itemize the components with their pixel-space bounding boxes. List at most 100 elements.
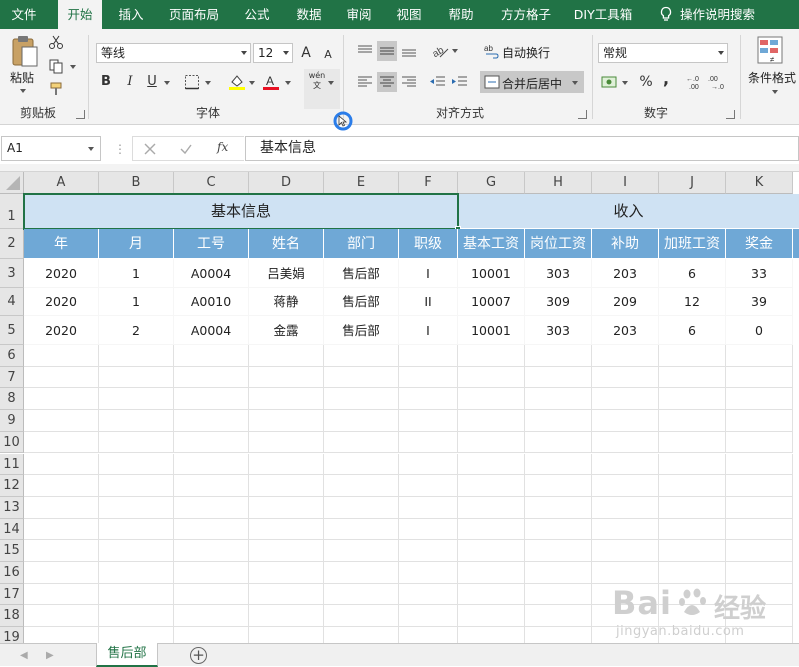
grid-cell[interactable] [249, 366, 324, 389]
tab-fangfang[interactable]: 方方格子 [494, 0, 558, 29]
grid-cell[interactable] [324, 431, 399, 454]
conditional-formatting-icon[interactable]: ≠ [756, 35, 784, 67]
grid-cell[interactable] [458, 453, 525, 476]
table-row-cell[interactable]: 蒋静 [249, 288, 324, 316]
table-row-cell[interactable]: 金露 [249, 316, 324, 345]
grid-cell[interactable] [525, 453, 592, 476]
grid-cell[interactable] [99, 410, 174, 432]
grid-cell[interactable] [525, 496, 592, 519]
grid-cell[interactable] [249, 496, 324, 519]
table-row-cell[interactable]: 209 [592, 288, 659, 316]
column-header[interactable]: B [99, 172, 174, 194]
grid-cell[interactable] [324, 562, 399, 584]
grid-cell[interactable] [174, 345, 249, 367]
row-header[interactable]: 16 [0, 562, 24, 584]
grid-cell[interactable] [659, 453, 726, 476]
column-header[interactable]: E [324, 172, 399, 194]
font-color-icon[interactable]: A [262, 73, 280, 91]
column-header[interactable]: G [458, 172, 525, 194]
font-size-dropdown[interactable]: 12 [253, 43, 293, 63]
row-header[interactable]: 11 [0, 453, 24, 476]
grid-cell[interactable] [525, 410, 592, 432]
grid-cell[interactable] [324, 605, 399, 628]
row-header[interactable]: 12 [0, 475, 24, 497]
grid-cell[interactable] [24, 540, 99, 562]
format-painter-icon[interactable] [48, 81, 64, 97]
grid-cell[interactable] [592, 562, 659, 584]
grid-cell[interactable] [399, 388, 458, 411]
grid-cell[interactable] [399, 518, 458, 541]
grid-cell[interactable] [458, 345, 525, 367]
sheet-next-icon[interactable]: ▶ [46, 650, 54, 661]
column-header[interactable]: J [659, 172, 726, 194]
tab-insert[interactable]: 插入 [110, 0, 152, 29]
grid-cell[interactable] [592, 410, 659, 432]
grid-cell[interactable] [399, 627, 458, 643]
grid-cell[interactable] [525, 366, 592, 389]
column-header[interactable]: C [174, 172, 249, 194]
table-row-cell[interactable]: 吕美娟 [249, 259, 324, 288]
table-row-cell[interactable]: 10001 [458, 259, 525, 288]
row-header[interactable]: 10 [0, 431, 24, 454]
grid-cell[interactable] [659, 518, 726, 541]
grid-cell[interactable] [99, 475, 174, 497]
grid-cell[interactable] [659, 496, 726, 519]
grid-cell[interactable] [726, 475, 793, 497]
grid-cell[interactable] [249, 431, 324, 454]
table-header-cell[interactable]: 部门 [324, 229, 399, 259]
grid-cell[interactable] [324, 475, 399, 497]
wrap-text-button[interactable]: 自动换行 [502, 44, 550, 61]
tab-view[interactable]: 视图 [388, 0, 430, 29]
sheet-tab-after-sales[interactable]: 售后部 [96, 643, 158, 667]
grid-cell[interactable] [458, 496, 525, 519]
grid-cell[interactable] [24, 627, 99, 643]
percent-button[interactable]: % [636, 72, 656, 92]
table-row-cell[interactable]: 39 [726, 288, 793, 316]
grid-cell[interactable] [174, 431, 249, 454]
grid-cell[interactable] [24, 388, 99, 411]
bold-button[interactable]: B [96, 72, 116, 92]
grid-cell[interactable] [726, 388, 793, 411]
grid-cell[interactable] [249, 345, 324, 367]
paste-button[interactable]: 粘贴 [10, 69, 34, 86]
table-row-cell[interactable]: 203 [592, 316, 659, 345]
table-row-cell[interactable]: 33 [726, 259, 793, 288]
grid-cell[interactable] [249, 388, 324, 411]
row-header[interactable]: 14 [0, 518, 24, 541]
table-row-cell[interactable]: 2 [99, 316, 174, 345]
tab-review[interactable]: 审阅 [338, 0, 380, 29]
grid-cell[interactable] [592, 388, 659, 411]
table-row-cell[interactable]: 1 [99, 288, 174, 316]
grid-cell[interactable] [324, 583, 399, 606]
table-row-cell[interactable]: 0 [726, 316, 793, 345]
grid-cell[interactable] [324, 345, 399, 367]
grid-cell[interactable] [24, 453, 99, 476]
grid-cell[interactable] [174, 388, 249, 411]
grid-cell[interactable] [458, 475, 525, 497]
grid-cell[interactable] [99, 345, 174, 367]
fill-color-icon[interactable] [228, 73, 246, 91]
grid-cell[interactable] [458, 540, 525, 562]
phonetic-guide-button[interactable]: wén 文 [307, 71, 327, 91]
grid-cell[interactable] [458, 605, 525, 628]
grid-cell[interactable] [24, 475, 99, 497]
grid-cell[interactable] [24, 562, 99, 584]
grid-cell[interactable] [399, 475, 458, 497]
grid-cell[interactable] [458, 627, 525, 643]
grid-cell[interactable] [592, 453, 659, 476]
grid-cell[interactable] [726, 540, 793, 562]
sheet-prev-icon[interactable]: ◀ [20, 650, 28, 661]
add-sheet-icon[interactable]: + [190, 647, 207, 664]
grid-cell[interactable] [249, 583, 324, 606]
table-header-cell[interactable]: 奖金 [726, 229, 793, 259]
paste-icon[interactable] [10, 35, 40, 69]
grid-cell[interactable] [99, 496, 174, 519]
tab-diy-toolbox[interactable]: DIY工具箱 [570, 0, 636, 29]
grid-cell[interactable] [726, 518, 793, 541]
align-middle-button[interactable] [377, 41, 397, 61]
grid-cell[interactable] [174, 496, 249, 519]
grid-cell[interactable] [99, 453, 174, 476]
merged-cell-income[interactable]: 收入 [458, 194, 799, 229]
grid-cell[interactable] [525, 605, 592, 628]
align-right-icon[interactable] [399, 72, 419, 92]
